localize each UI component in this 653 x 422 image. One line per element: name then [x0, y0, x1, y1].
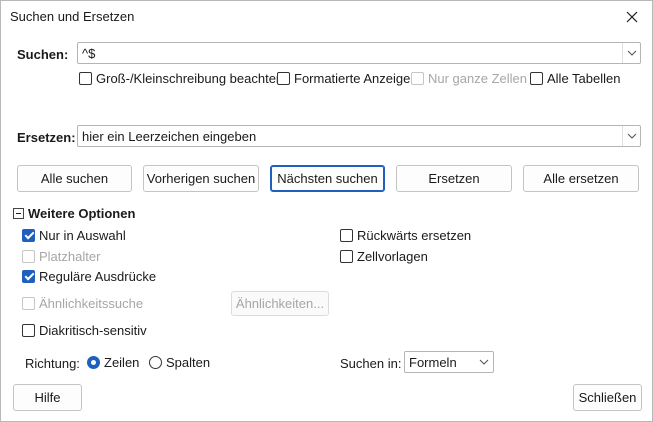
title-bar: Suchen und Ersetzen — [1, 1, 652, 33]
diacritics-label: Diakritisch-sensitiv — [39, 322, 147, 338]
search-in-value: Formeln — [409, 355, 457, 370]
entire-cells-label: Nur ganze Zellen — [428, 70, 527, 86]
close-button[interactable]: Schließen — [573, 384, 642, 411]
help-button[interactable]: Hilfe — [13, 384, 82, 411]
replace-label: Ersetzen: — [17, 130, 76, 145]
direction-columns-label: Spalten — [166, 355, 211, 370]
dialog-title: Suchen und Ersetzen — [10, 9, 135, 24]
direction-label: Richtung: — [25, 356, 80, 371]
search-input[interactable]: ^$ — [82, 46, 95, 61]
replace-combobox[interactable]: hier ein Leerzeichen eingeben — [77, 125, 641, 147]
replace-all-button[interactable]: Alle ersetzen — [523, 165, 639, 192]
radio-button[interactable] — [87, 356, 100, 369]
find-next-button[interactable]: Nächsten suchen — [270, 165, 385, 192]
similarity-search-label: Ähnlichkeitssuche — [39, 295, 144, 311]
replace-backwards-checkbox[interactable]: Rückwärts ersetzen — [340, 227, 471, 243]
cell-styles-label: Zellvorlagen — [357, 248, 428, 264]
replace-button[interactable]: Ersetzen — [396, 165, 512, 192]
all-sheets-label: Alle Tabellen — [547, 70, 621, 86]
checkbox-box[interactable] — [340, 228, 353, 242]
current-selection-checkbox[interactable]: Nur in Auswahl — [22, 227, 126, 243]
search-combobox[interactable]: ^$ — [77, 42, 641, 64]
regex-checkbox[interactable]: Reguläre Ausdrücke — [22, 268, 156, 284]
direction-columns-radio[interactable]: Spalten — [149, 355, 210, 370]
search-in-label: Suchen in: — [340, 356, 402, 371]
search-in-select[interactable]: Formeln — [404, 351, 494, 373]
similarity-search-checkbox: Ähnlichkeitssuche — [22, 295, 143, 311]
entire-cells-checkbox: Nur ganze Zellen — [411, 70, 527, 86]
find-replace-dialog: Suchen und Ersetzen Suchen: ^$ Groß-/Kle… — [0, 0, 653, 422]
search-in-dropdown-button[interactable] — [475, 352, 493, 372]
wildcards-label: Platzhalter — [39, 248, 101, 264]
checkbox-box — [411, 71, 424, 85]
checkbox-box[interactable] — [22, 323, 35, 337]
checkbox-box — [22, 249, 35, 263]
chevron-down-icon — [627, 133, 636, 139]
match-case-checkbox[interactable]: Groß-/Kleinschreibung beachten — [79, 70, 283, 86]
direction-rows-radio[interactable]: Zeilen — [87, 355, 139, 370]
regex-label: Reguläre Ausdrücke — [39, 268, 157, 284]
formatted-display-label: Formatierte Anzeige — [294, 70, 411, 86]
wildcards-checkbox: Platzhalter — [22, 248, 100, 264]
checkbox-box[interactable] — [22, 269, 35, 283]
other-options-header[interactable]: Weitere Optionen — [28, 206, 135, 221]
replace-dropdown-button[interactable] — [622, 126, 640, 146]
find-previous-button[interactable]: Vorherigen suchen — [143, 165, 259, 192]
match-case-label: Groß-/Kleinschreibung beachten — [96, 70, 284, 86]
checkbox-box[interactable] — [22, 228, 35, 242]
find-all-button[interactable]: Alle suchen — [17, 165, 132, 192]
all-sheets-checkbox[interactable]: Alle Tabellen — [530, 70, 620, 86]
checkbox-box[interactable] — [530, 71, 543, 85]
diacritics-checkbox[interactable]: Diakritisch-sensitiv — [22, 322, 147, 338]
search-dropdown-button[interactable] — [622, 43, 640, 63]
replace-backwards-label: Rückwärts ersetzen — [357, 227, 472, 243]
formatted-display-checkbox[interactable]: Formatierte Anzeige — [277, 70, 410, 86]
checkbox-box[interactable] — [79, 71, 92, 85]
chevron-down-icon — [479, 359, 489, 365]
current-selection-label: Nur in Auswahl — [39, 227, 126, 243]
collapse-toggle[interactable] — [13, 208, 24, 219]
replace-input[interactable]: hier ein Leerzeichen eingeben — [82, 129, 256, 144]
checkbox-box — [22, 296, 35, 310]
direction-rows-label: Zeilen — [104, 355, 140, 370]
checkbox-box[interactable] — [340, 249, 353, 263]
close-icon — [626, 11, 638, 23]
checkbox-box[interactable] — [277, 71, 290, 85]
cell-styles-checkbox[interactable]: Zellvorlagen — [340, 248, 428, 264]
window-close-button[interactable] — [612, 1, 652, 33]
search-label: Suchen: — [17, 47, 69, 62]
chevron-down-icon — [627, 50, 636, 56]
similarity-settings-button: Ähnlichkeiten... — [231, 291, 329, 316]
radio-button[interactable] — [149, 356, 162, 369]
